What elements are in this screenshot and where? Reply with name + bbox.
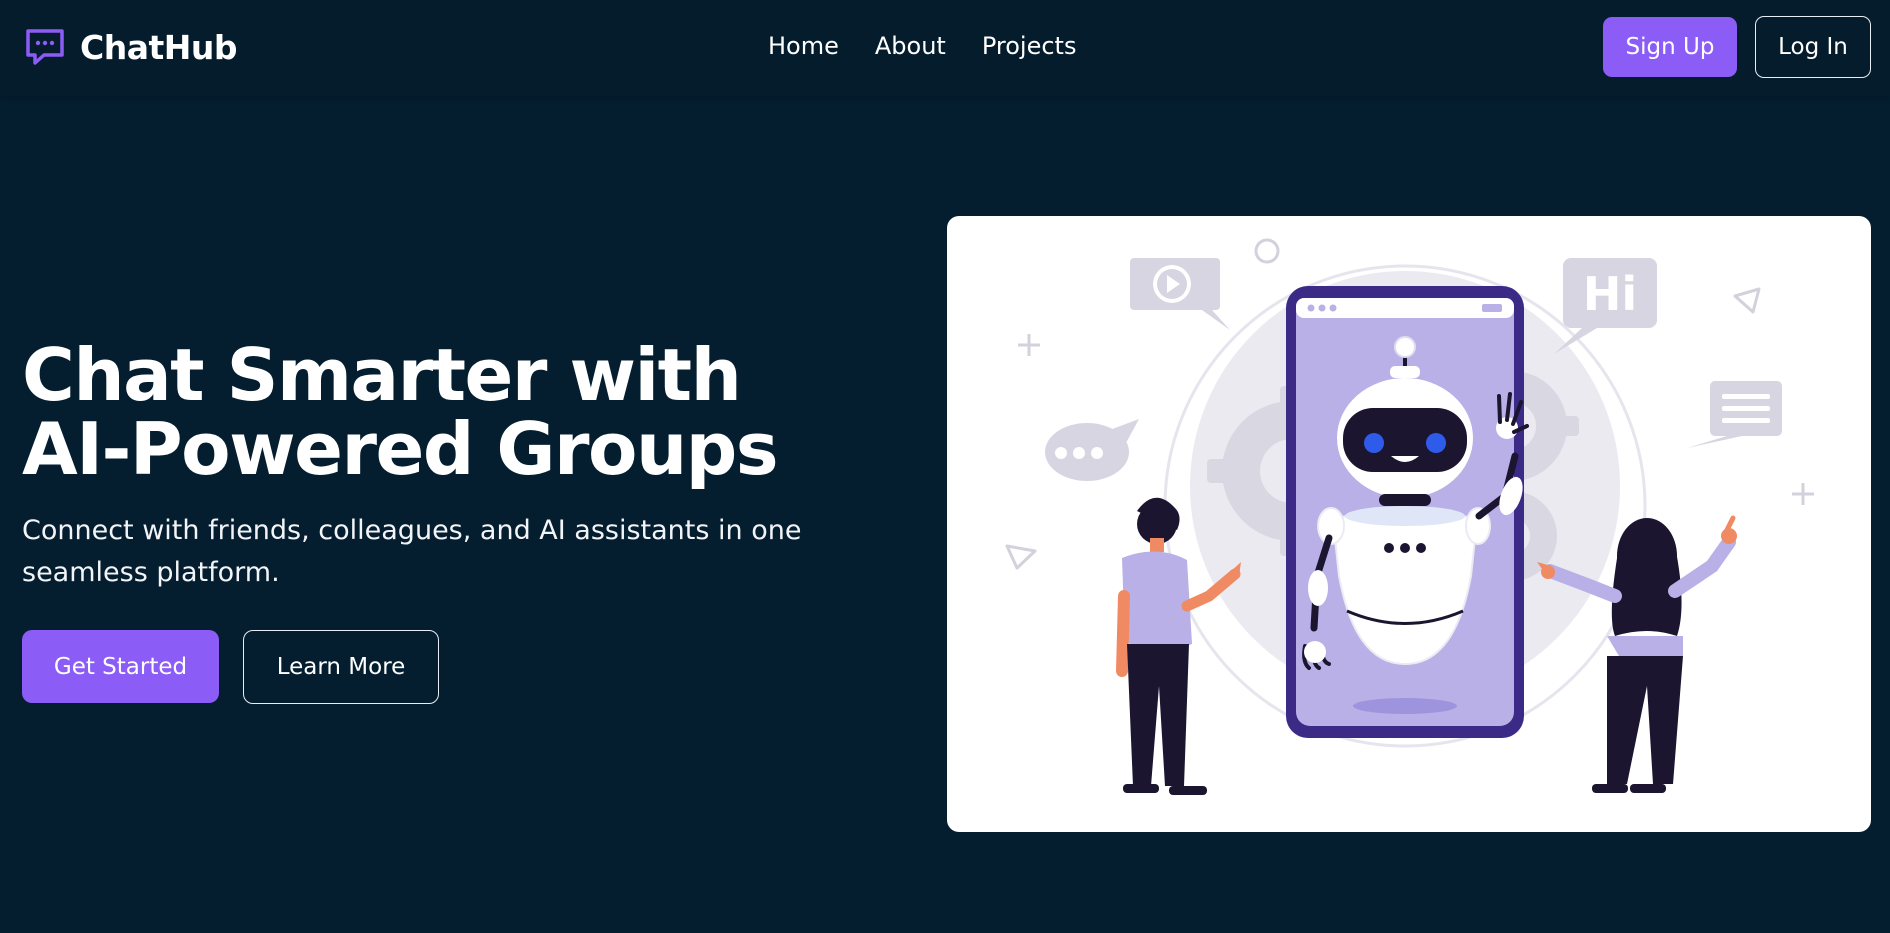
log-in-button[interactable]: Log In	[1755, 16, 1871, 78]
hi-bubble-text: Hi	[1583, 267, 1637, 321]
get-started-button[interactable]: Get Started	[22, 630, 219, 703]
triangle-icon	[1733, 287, 1761, 314]
brand-logo[interactable]: ChatHub	[24, 26, 238, 68]
chat-bubble-icon	[26, 29, 64, 65]
hero-title: Chat Smarter with AI-Powered Groups	[22, 333, 779, 491]
typing-bubble-icon	[1045, 419, 1139, 481]
nav-link-home[interactable]: Home	[768, 32, 839, 60]
brand-name: ChatHub	[80, 27, 238, 67]
hero-subtitle: Connect with friends, colleagues, and AI…	[22, 515, 802, 588]
plus-icon	[1792, 483, 1814, 505]
nav-link-about[interactable]: About	[875, 32, 946, 60]
hero-illustration-card: Hi	[947, 216, 1871, 832]
message-bubble-icon	[1687, 381, 1782, 448]
sign-up-button[interactable]: Sign Up	[1603, 17, 1737, 77]
nav-link-projects[interactable]: Projects	[982, 32, 1077, 60]
triangle-icon	[1005, 544, 1037, 570]
plus-icon	[1018, 334, 1040, 356]
hero-illustration: Hi	[1005, 238, 1814, 795]
top-navbar: ChatHub Home About Projects Sign Up Log …	[0, 0, 1890, 96]
decor-circle	[1254, 238, 1280, 264]
hi-bubble-icon: Hi	[1554, 258, 1657, 354]
learn-more-button[interactable]: Learn More	[243, 630, 439, 704]
main-nav: Home About Projects	[768, 32, 1076, 60]
video-bubble-icon	[1130, 258, 1230, 330]
